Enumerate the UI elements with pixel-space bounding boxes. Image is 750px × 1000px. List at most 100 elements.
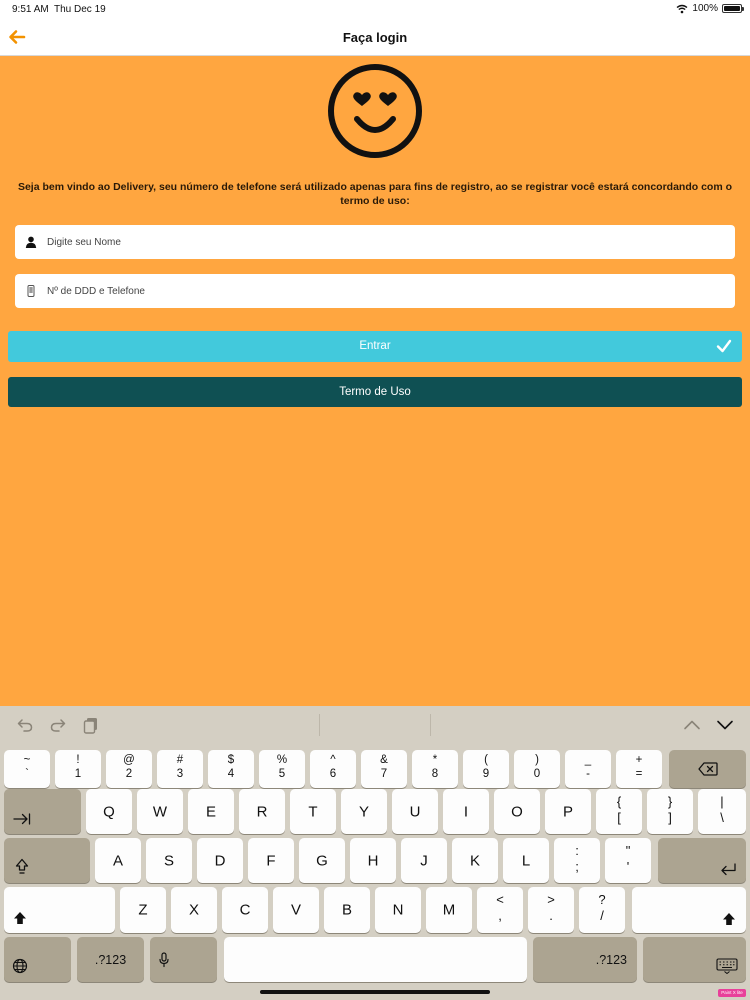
key-s[interactable]: S bbox=[146, 838, 192, 883]
key-0[interactable]: ) 0 bbox=[514, 750, 560, 788]
return-key[interactable] bbox=[658, 838, 746, 883]
keyboard-shortcut-bar bbox=[0, 706, 750, 744]
name-input[interactable] bbox=[47, 236, 707, 248]
key-bracket-left[interactable]: {[ bbox=[596, 789, 642, 834]
key-k[interactable]: K bbox=[452, 838, 498, 883]
key-1[interactable]: ! 1 bbox=[55, 750, 101, 788]
delete-icon bbox=[697, 762, 718, 776]
key-c[interactable]: C bbox=[222, 887, 268, 933]
enter-button[interactable]: Entrar bbox=[8, 331, 742, 362]
key-l[interactable]: L bbox=[503, 838, 549, 883]
key-7[interactable]: & 7 bbox=[361, 750, 407, 788]
key-comma[interactable]: <, bbox=[477, 887, 523, 933]
shift-icon bbox=[723, 913, 735, 925]
key-z[interactable]: Z bbox=[120, 887, 166, 933]
paste-icon[interactable] bbox=[82, 716, 100, 734]
terms-of-use-button[interactable]: Termo de Uso bbox=[8, 377, 742, 407]
key-4[interactable]: $4 bbox=[208, 750, 254, 788]
phone-field bbox=[15, 274, 735, 308]
key-m[interactable]: M bbox=[426, 887, 472, 933]
key-backslash[interactable]: | \ bbox=[698, 789, 746, 834]
key-semicolon[interactable]: :; bbox=[554, 838, 600, 883]
on-screen-keyboard: ~ ` ! 1 @2 #3 $4 % 5 ^ 6 & 7 * 8 (9 ) 0 _ - + = Q… bbox=[0, 706, 750, 1000]
globe-key[interactable] bbox=[4, 937, 71, 982]
key-h[interactable]: H bbox=[350, 838, 396, 883]
shift-key-left[interactable] bbox=[4, 887, 115, 933]
key-b[interactable]: B bbox=[324, 887, 370, 933]
key-period[interactable]: >. bbox=[528, 887, 574, 933]
key-9[interactable]: (9 bbox=[463, 750, 509, 788]
battery-icon bbox=[722, 4, 744, 13]
key-bracket-right[interactable]: }] bbox=[647, 789, 693, 834]
navigation-bar: Faça login bbox=[0, 18, 750, 56]
key-g[interactable]: G bbox=[299, 838, 345, 883]
key-f[interactable]: F bbox=[248, 838, 294, 883]
key-6[interactable]: ^ 6 bbox=[310, 750, 356, 788]
microphone-icon bbox=[159, 951, 169, 967]
key-d[interactable]: D bbox=[197, 838, 243, 883]
key-t[interactable]: T bbox=[290, 789, 336, 834]
globe-icon bbox=[12, 958, 28, 974]
dictation-key[interactable] bbox=[150, 937, 217, 982]
return-icon bbox=[721, 863, 736, 876]
key-w[interactable]: W bbox=[137, 789, 183, 834]
key-r[interactable]: R bbox=[239, 789, 285, 834]
status-date: Thu Dec 19 bbox=[54, 4, 106, 15]
battery-percent: 100% bbox=[692, 3, 718, 14]
key-v[interactable]: V bbox=[273, 887, 319, 933]
terms-button-label: Termo de Uso bbox=[339, 386, 411, 398]
enter-button-label: Entrar bbox=[359, 340, 391, 352]
key-x[interactable]: X bbox=[171, 887, 217, 933]
space-bar[interactable] bbox=[224, 937, 527, 982]
key-i[interactable]: I bbox=[443, 789, 489, 834]
delete-key[interactable] bbox=[669, 750, 746, 788]
key-j[interactable]: J bbox=[401, 838, 447, 883]
checkmark-icon bbox=[716, 339, 732, 353]
page-title: Faça login bbox=[342, 30, 408, 45]
key-o[interactable]: O bbox=[494, 789, 540, 834]
key-5[interactable]: % 5 bbox=[259, 750, 305, 788]
chevron-down-icon[interactable] bbox=[716, 716, 734, 734]
heart-eyes-smiley-icon bbox=[328, 64, 422, 158]
status-time: 9:51 AM bbox=[12, 4, 49, 15]
keyboard-dismiss-key[interactable] bbox=[643, 937, 746, 982]
key-equals[interactable]: + = bbox=[616, 750, 662, 788]
name-field bbox=[15, 225, 735, 259]
tab-icon bbox=[13, 813, 31, 825]
key-3[interactable]: #3 bbox=[157, 750, 203, 788]
status-bar: 9:51 AM Thu Dec 19 100% bbox=[0, 0, 750, 18]
key-a[interactable]: A bbox=[95, 838, 141, 883]
phone-icon bbox=[15, 285, 47, 297]
key-e[interactable]: E bbox=[188, 789, 234, 834]
toolbar-divider bbox=[319, 714, 320, 736]
key-y[interactable]: Y bbox=[341, 789, 387, 834]
key-minus[interactable]: _ - bbox=[565, 750, 611, 788]
key-n[interactable]: N bbox=[375, 887, 421, 933]
home-indicator bbox=[260, 990, 490, 994]
numbers-key-right[interactable]: .?123 bbox=[533, 937, 637, 982]
caps-lock-icon bbox=[15, 858, 29, 874]
key-p[interactable]: P bbox=[545, 789, 591, 834]
undo-icon[interactable] bbox=[16, 716, 34, 734]
key-q[interactable]: Q bbox=[86, 789, 132, 834]
key-u[interactable]: U bbox=[392, 789, 438, 834]
phone-input[interactable] bbox=[47, 285, 707, 297]
shift-icon bbox=[14, 912, 26, 924]
status-indicators: 100% bbox=[676, 3, 744, 14]
keyboard-dismiss-icon bbox=[716, 958, 738, 974]
redo-icon[interactable] bbox=[49, 716, 67, 734]
key-8[interactable]: * 8 bbox=[412, 750, 458, 788]
key-backtick[interactable]: ~ ` bbox=[4, 750, 50, 788]
wifi-icon bbox=[676, 4, 688, 13]
shift-key-right[interactable] bbox=[632, 887, 746, 933]
key-quote[interactable]: " ' bbox=[605, 838, 651, 883]
key-2[interactable]: @2 bbox=[106, 750, 152, 788]
welcome-message: Seja bem vindo ao Delivery, seu número d… bbox=[17, 181, 733, 207]
tab-key[interactable] bbox=[4, 789, 81, 834]
numbers-key-left[interactable]: .?123 bbox=[77, 937, 144, 982]
key-slash[interactable]: ? / bbox=[579, 887, 625, 933]
overlay-badge: Paint X lite bbox=[718, 989, 746, 997]
caps-lock-key[interactable] bbox=[4, 838, 90, 883]
toolbar-divider bbox=[430, 714, 431, 736]
chevron-up-icon[interactable] bbox=[683, 716, 701, 734]
